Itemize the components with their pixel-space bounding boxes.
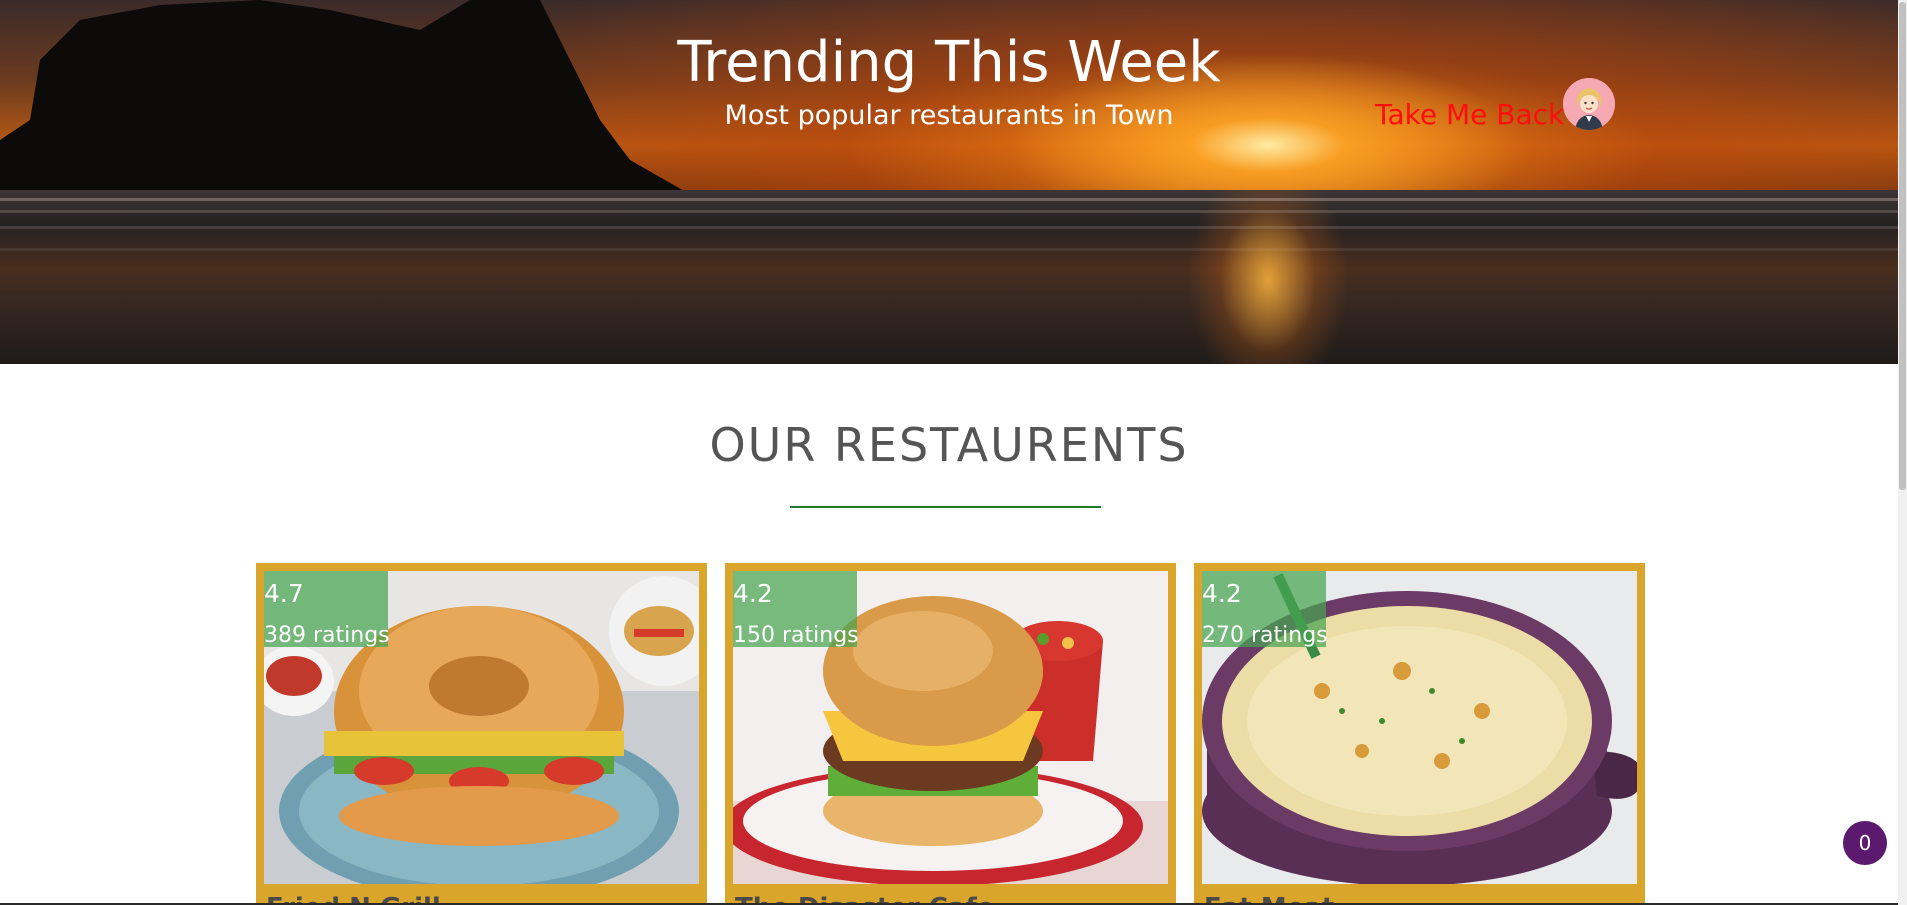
restaurant-card[interactable]: 4.2 150 ratings The Disaster Cafe	[725, 563, 1176, 905]
rating-value: 4.2	[1202, 579, 1242, 608]
take-me-back-link[interactable]: Take Me Back	[1375, 98, 1564, 131]
user-avatar[interactable]	[1563, 78, 1615, 130]
page-title: Trending This Week	[677, 30, 1221, 95]
ratings-count: 270 ratings	[1202, 623, 1328, 648]
section-divider	[790, 506, 1101, 508]
restaurant-card[interactable]: 4.7 389 ratings Fried N Grill	[256, 563, 707, 905]
restaurant-image: 4.2 270 ratings	[1202, 571, 1637, 884]
section-title: OUR RESTAURENTS	[709, 418, 1189, 472]
user-avatar-icon	[1563, 78, 1615, 130]
sea-reflection	[0, 190, 1898, 364]
cart-count-badge[interactable]: 0	[1843, 821, 1887, 865]
ratings-count: 389 ratings	[264, 623, 390, 648]
scrollbar-thumb[interactable]	[1899, 2, 1906, 490]
rating-badge: 4.2 270 ratings	[1202, 571, 1328, 648]
restaurant-card[interactable]: 4.2 270 ratings Eat Meat	[1194, 563, 1645, 905]
rating-badge: 4.2 150 ratings	[733, 571, 859, 648]
vertical-scrollbar[interactable]	[1898, 0, 1907, 905]
rating-value: 4.2	[733, 579, 773, 608]
restaurant-image: 4.7 389 ratings	[264, 571, 699, 884]
hero-banner: Trending This Week Most popular restaura…	[0, 0, 1898, 364]
rating-value: 4.7	[264, 579, 304, 608]
restaurant-image: 4.2 150 ratings	[733, 571, 1168, 884]
ratings-count: 150 ratings	[733, 623, 859, 648]
rating-badge: 4.7 389 ratings	[264, 571, 390, 648]
page: Trending This Week Most popular restaura…	[0, 0, 1907, 905]
